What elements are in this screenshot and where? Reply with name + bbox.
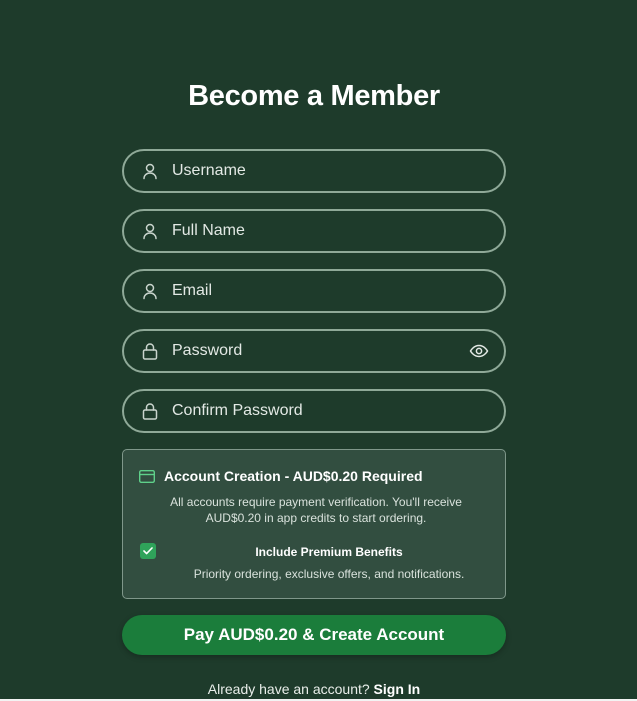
user-icon: [143, 283, 157, 300]
premium-benefits-description: Priority ordering, exclusive offers, and…: [193, 567, 465, 581]
signin-row: Already have an account? Sign In: [0, 681, 628, 697]
fullname-input[interactable]: [172, 211, 462, 251]
lock-icon: [142, 343, 158, 360]
payment-card-description: All accounts require payment verificatio…: [170, 495, 462, 525]
check-icon: [143, 547, 153, 555]
email-input[interactable]: [172, 271, 462, 311]
eye-icon[interactable]: [469, 342, 489, 360]
credit-card-icon: [139, 469, 155, 483]
premium-benefits-label: Include Premium Benefits: [255, 545, 403, 559]
payment-card-header: Account Creation - AUD$0.20 Required: [139, 468, 423, 484]
user-icon: [143, 163, 157, 180]
signin-link[interactable]: Sign In: [374, 681, 421, 697]
signin-prompt: Already have an account?: [207, 681, 374, 697]
premium-benefits-checkbox[interactable]: [140, 543, 156, 559]
page-title: Become a Member: [188, 80, 440, 112]
payment-info-card: Account Creation - AUD$0.20 Required All…: [122, 449, 506, 599]
username-input[interactable]: [172, 151, 462, 191]
password-field-wrapper: [122, 329, 506, 373]
confirm-password-field-wrapper: [122, 389, 506, 433]
email-field-wrapper: [122, 269, 506, 313]
fullname-field-wrapper: [122, 209, 506, 253]
payment-card-title: Account Creation - AUD$0.20 Required: [164, 468, 423, 484]
password-input[interactable]: [172, 331, 462, 371]
lock-icon: [142, 403, 158, 420]
confirm-password-input[interactable]: [172, 391, 462, 431]
user-icon: [143, 223, 157, 240]
username-field-wrapper: [122, 149, 506, 193]
pay-create-account-button[interactable]: Pay AUD$0.20 & Create Account: [122, 615, 506, 655]
signup-page: Become a Member Username Full Name Email…: [0, 0, 637, 701]
